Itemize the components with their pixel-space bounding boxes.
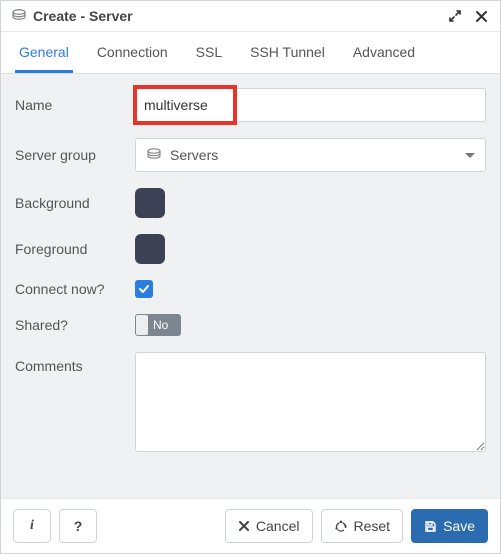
comments-label: Comments <box>15 352 135 374</box>
tab-connection[interactable]: Connection <box>93 32 172 73</box>
tabs: General Connection SSL SSH Tunnel Advanc… <box>1 32 500 74</box>
tab-ssh-tunnel[interactable]: SSH Tunnel <box>246 32 329 73</box>
tab-ssl[interactable]: SSL <box>192 32 226 73</box>
save-button[interactable]: Save <box>411 509 488 543</box>
row-comments: Comments <box>15 352 486 455</box>
foreground-color-picker[interactable] <box>135 234 165 264</box>
toggle-knob <box>136 315 148 335</box>
server-group-select[interactable]: Servers <box>135 138 486 172</box>
shared-label: Shared? <box>15 317 135 333</box>
save-label: Save <box>443 518 475 534</box>
reset-button[interactable]: Reset <box>321 509 404 543</box>
row-server-group: Server group Servers <box>15 138 486 172</box>
row-foreground: Foreground <box>15 234 486 264</box>
maximize-icon[interactable] <box>446 7 464 25</box>
create-server-dialog: Create - Server General Connection SSL S… <box>0 0 501 554</box>
row-background: Background <box>15 188 486 218</box>
close-icon <box>238 520 250 532</box>
name-input[interactable] <box>135 88 486 122</box>
cancel-label: Cancel <box>256 518 300 534</box>
tab-general[interactable]: General <box>15 32 73 73</box>
foreground-label: Foreground <box>15 241 135 257</box>
help-icon: ? <box>74 518 83 534</box>
server-group-label: Server group <box>15 147 135 163</box>
chevron-down-icon <box>465 153 475 158</box>
name-label: Name <box>15 97 135 113</box>
cancel-button[interactable]: Cancel <box>225 509 313 543</box>
titlebar: Create - Server <box>1 1 500 32</box>
server-icon <box>11 8 27 24</box>
info-icon: i <box>30 518 34 534</box>
connect-now-checkbox[interactable] <box>135 280 153 298</box>
server-group-value: Servers <box>170 147 218 163</box>
recycle-icon <box>334 519 348 533</box>
reset-label: Reset <box>354 518 391 534</box>
background-color-picker[interactable] <box>135 188 165 218</box>
server-group-icon <box>146 147 162 163</box>
shared-toggle[interactable]: No <box>135 314 181 336</box>
dialog-body: Name Server group <box>1 74 500 498</box>
connect-now-label: Connect now? <box>15 281 135 297</box>
row-shared: Shared? No <box>15 314 486 336</box>
shared-value: No <box>153 318 168 332</box>
name-input-wrap <box>135 88 486 122</box>
row-name: Name <box>15 88 486 122</box>
comments-textarea[interactable] <box>135 352 486 452</box>
dialog-title: Create - Server <box>33 8 133 24</box>
tab-advanced[interactable]: Advanced <box>349 32 419 73</box>
info-button[interactable]: i <box>13 509 51 543</box>
dialog-footer: i ? Cancel Reset Save <box>1 498 500 553</box>
save-icon <box>424 520 437 533</box>
close-icon[interactable] <box>472 7 490 25</box>
help-button[interactable]: ? <box>59 509 97 543</box>
background-label: Background <box>15 195 135 211</box>
row-connect-now: Connect now? <box>15 280 486 298</box>
